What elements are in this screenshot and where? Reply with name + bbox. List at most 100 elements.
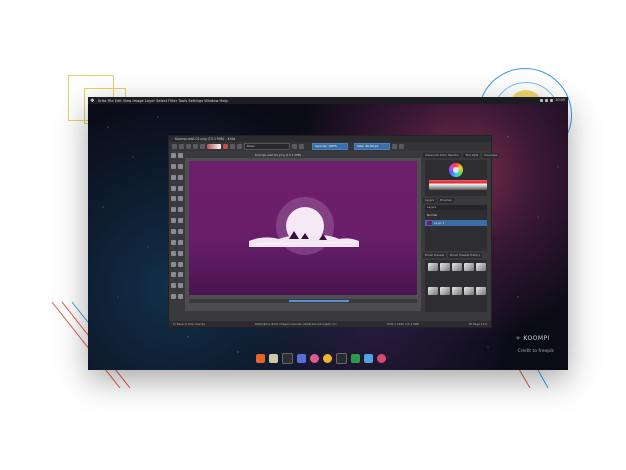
document-icon[interactable] xyxy=(364,354,373,363)
clock[interactable]: 10:05 xyxy=(555,98,565,102)
brush-preset-item[interactable] xyxy=(476,287,486,295)
brush-preset-item[interactable] xyxy=(464,287,474,295)
toolbox xyxy=(171,153,183,303)
brush-presets-grid xyxy=(425,260,487,312)
brush-preset-item[interactable] xyxy=(464,263,474,271)
freehand-path-icon[interactable] xyxy=(178,207,183,213)
similar-select-icon[interactable] xyxy=(178,283,183,289)
docker-tabs: Advanced Color Selector Tool Opts Overvi… xyxy=(423,153,500,158)
battery-icon[interactable] xyxy=(550,98,554,102)
brush-preset-item[interactable] xyxy=(440,263,450,271)
move-tool-icon[interactable] xyxy=(178,228,183,234)
pan-tool-icon[interactable] xyxy=(178,294,183,300)
photos-icon[interactable] xyxy=(377,354,386,363)
tab-overview[interactable]: Overview xyxy=(482,153,500,158)
edit-shapes-icon[interactable] xyxy=(171,163,176,169)
global-menu[interactable]: Krita File Edit View Image Layer Select … xyxy=(98,99,228,103)
gradient-swatch[interactable] xyxy=(207,144,221,149)
zoom-level[interactable]: Fit Page 11% xyxy=(465,322,491,326)
app-icon[interactable] xyxy=(336,353,347,364)
tab-color-selector[interactable]: Advanced Color Selector xyxy=(423,153,462,158)
brush-tool-icon[interactable] xyxy=(171,174,176,180)
settings-icon[interactable] xyxy=(297,354,306,363)
pattern-icon[interactable] xyxy=(230,144,235,149)
ellipse-select-icon[interactable] xyxy=(178,261,183,267)
canvas-area[interactable]: Koompi-wall-01.png (13.1 MiB) xyxy=(185,153,421,311)
blend-mode-row[interactable]: Normal xyxy=(425,212,487,218)
fill-tool-icon[interactable] xyxy=(178,250,183,256)
mirror-vertical-icon[interactable] xyxy=(399,144,404,149)
transform-tool-icon[interactable] xyxy=(171,228,176,234)
tab-layers[interactable]: Layers xyxy=(423,198,437,203)
new-document-icon[interactable] xyxy=(172,144,177,149)
horizontal-scrollbar[interactable] xyxy=(189,299,417,303)
status-brush: b) Basic-5 Size Opacity xyxy=(173,322,206,326)
bezier-tool-icon[interactable] xyxy=(171,207,176,213)
brush-preset-item[interactable] xyxy=(452,263,462,271)
tab-presets-history[interactable]: Brush Presets History xyxy=(448,253,483,258)
brush-preset-item[interactable] xyxy=(428,263,438,271)
document-tab[interactable]: Koompi-wall-01.png (13.1 MiB) xyxy=(185,153,421,158)
system-tray: 10:05 xyxy=(540,98,565,102)
brush-preset-icon[interactable] xyxy=(237,144,242,149)
firefox-icon[interactable] xyxy=(256,354,265,363)
status-colorspace: RGB/Alpha (8-bit integer/channel) sRGB-e… xyxy=(254,322,337,326)
ellipse-tool-icon[interactable] xyxy=(178,185,183,191)
foreground-color-icon[interactable] xyxy=(223,144,228,149)
network-icon[interactable] xyxy=(540,98,544,102)
dynamic-brush-icon[interactable] xyxy=(171,218,176,224)
color-picker-icon[interactable] xyxy=(171,250,176,256)
gradient-tool-icon[interactable] xyxy=(178,239,183,245)
terminal-icon[interactable] xyxy=(282,353,293,364)
desktop-screen: ❖ Krita File Edit View Image Layer Selec… xyxy=(88,97,568,370)
size-slider[interactable]: Size: 40.00 px xyxy=(354,143,390,150)
advanced-color-selector[interactable] xyxy=(425,160,487,196)
vlc-icon[interactable] xyxy=(323,354,332,363)
opacity-slider[interactable]: Opacity: 100% xyxy=(312,143,348,150)
document-tab-label: Koompi-wall-01.png (13.1 MiB) xyxy=(255,153,302,157)
calligraphy-icon[interactable] xyxy=(178,163,183,169)
color-bars[interactable] xyxy=(429,180,487,190)
mirror-horizontal-icon[interactable] xyxy=(392,144,397,149)
save-icon[interactable] xyxy=(186,144,191,149)
contiguous-select-icon[interactable] xyxy=(171,283,176,289)
rect-select-icon[interactable] xyxy=(171,261,176,267)
multibrush-icon[interactable] xyxy=(178,218,183,224)
text-tool-icon[interactable] xyxy=(178,153,183,158)
freehand-select-icon[interactable] xyxy=(178,272,183,278)
layer-blend-mode[interactable]: Normal xyxy=(427,213,437,217)
tab-brush-presets[interactable]: Brush Presets xyxy=(423,253,447,258)
spreadsheet-icon[interactable] xyxy=(351,354,360,363)
line-tool-icon[interactable] xyxy=(178,174,183,180)
polygon-select-icon[interactable] xyxy=(171,272,176,278)
layer-docker-tabs: Layers Brushes xyxy=(423,198,489,203)
tab-brushes[interactable]: Brushes xyxy=(438,198,454,203)
status-image-size: 7930 x 2480 (13.1 MiB) xyxy=(386,322,420,326)
docker-panel: Advanced Color Selector Tool Opts Overvi… xyxy=(423,153,500,323)
layer-row[interactable]: Layer 1 xyxy=(425,220,487,226)
layer-name[interactable]: Layer 1 xyxy=(434,221,444,225)
volume-icon[interactable] xyxy=(545,98,549,102)
color-wheel[interactable] xyxy=(449,163,463,177)
alpha-lock-icon[interactable] xyxy=(299,144,304,149)
brush-preset-item[interactable] xyxy=(428,287,438,295)
brush-preset-item[interactable] xyxy=(440,287,450,295)
brush-preset-item[interactable] xyxy=(452,287,462,295)
polygon-tool-icon[interactable] xyxy=(171,196,176,202)
crop-tool-icon[interactable] xyxy=(171,239,176,245)
brush-preset-item[interactable] xyxy=(476,263,486,271)
blend-mode-select[interactable]: Basic xyxy=(244,143,290,150)
app-launcher-icon[interactable]: ❖ xyxy=(90,98,94,103)
polyline-tool-icon[interactable] xyxy=(178,196,183,202)
rectangle-tool-icon[interactable] xyxy=(171,185,176,191)
krita-icon[interactable] xyxy=(310,354,319,363)
undo-icon[interactable] xyxy=(193,144,198,149)
tab-tool-options[interactable]: Tool Opts xyxy=(463,153,481,158)
select-shapes-icon[interactable] xyxy=(171,153,176,158)
open-document-icon[interactable] xyxy=(179,144,184,149)
canvas-artwork[interactable] xyxy=(189,161,417,295)
erase-mode-icon[interactable] xyxy=(292,144,297,149)
files-icon[interactable] xyxy=(269,354,278,363)
zoom-tool-icon[interactable] xyxy=(171,294,176,300)
redo-icon[interactable] xyxy=(200,144,205,149)
